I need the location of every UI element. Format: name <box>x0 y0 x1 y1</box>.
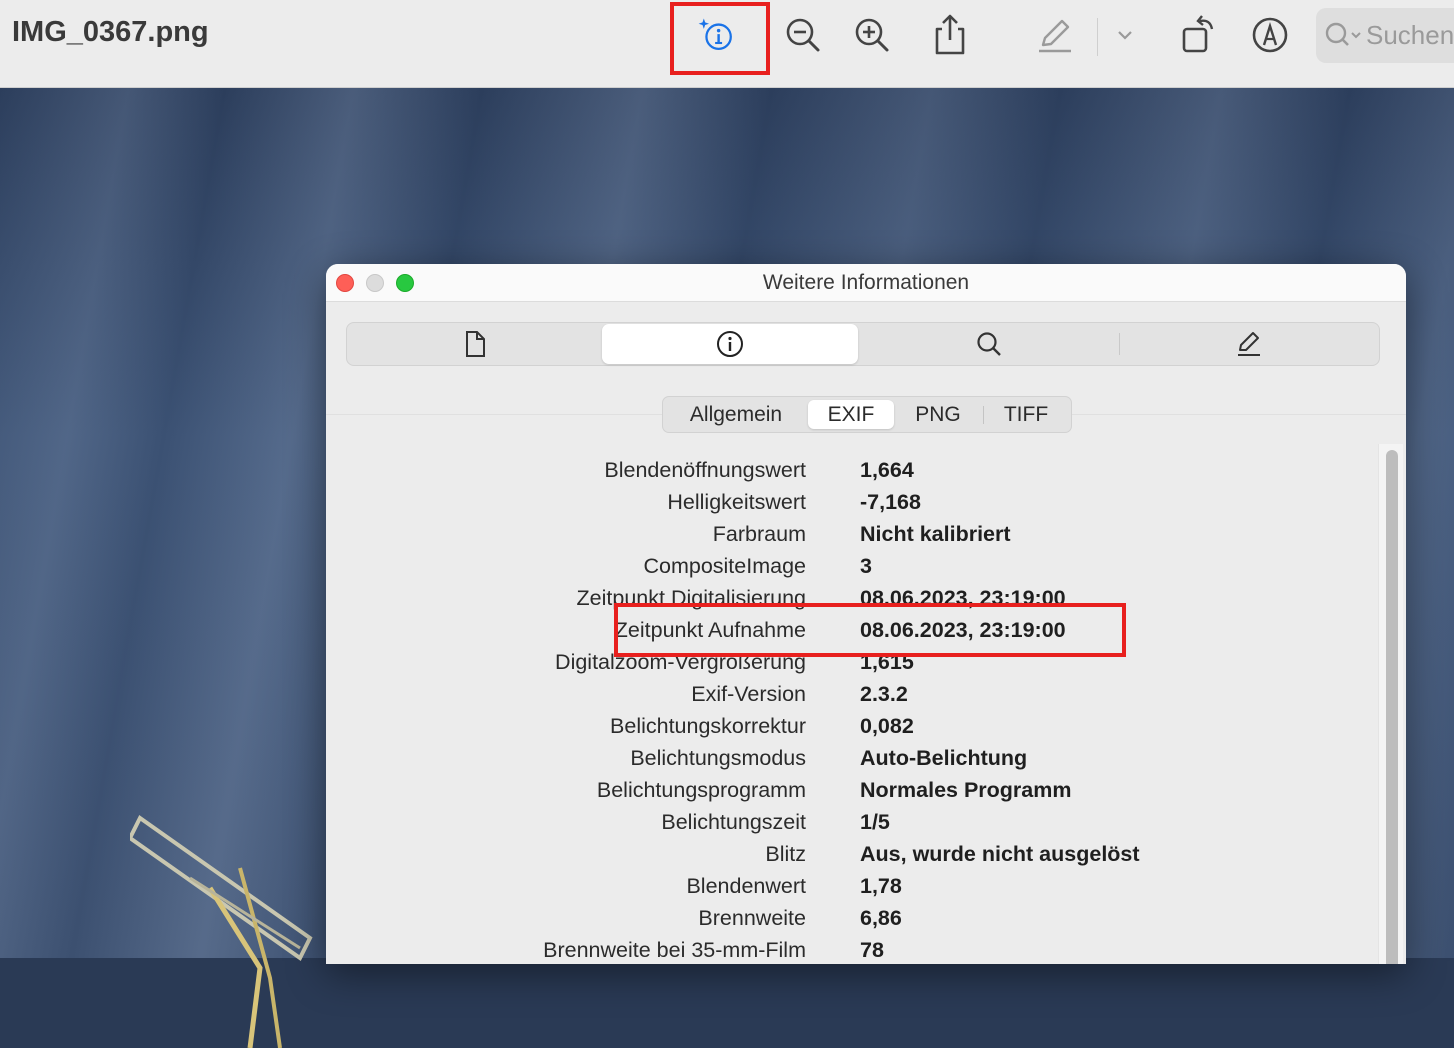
exif-key: Brennweite <box>698 906 806 930</box>
markup-pen-icon[interactable] <box>1035 12 1075 58</box>
exif-value: Aus, wurde nicht ausgelöst <box>860 842 1140 866</box>
exif-row: CompositeImage 3 <box>326 550 1366 582</box>
exif-value: Nicht kalibriert <box>860 522 1011 546</box>
exif-value: Auto-Belichtung <box>860 746 1028 770</box>
exif-key: Blendenwert <box>686 874 806 898</box>
row-highlight <box>614 603 1126 657</box>
exif-row: Blitz Aus, wurde nicht ausgelöst <box>326 838 1366 870</box>
inspector-tabs <box>346 322 1380 366</box>
exif-row: Exif-Version 2.3.2 <box>326 678 1366 710</box>
exif-row: Belichtungskorrektur 0,082 <box>326 710 1366 742</box>
exif-value: 78 <box>860 938 884 962</box>
chevron-down-icon[interactable] <box>1105 12 1145 58</box>
exif-table: Blendenöffnungswert 1,664 Helligkeitswert -… <box>326 454 1366 964</box>
search-placeholder: Suchen <box>1366 20 1454 50</box>
exif-key: Blendenöffnungswert <box>604 458 806 482</box>
info-button-highlight <box>670 2 770 75</box>
exif-row: Blendenwert 1,78 <box>326 870 1366 902</box>
exif-value: -7,168 <box>860 490 921 514</box>
exif-row: Blendenöffnungswert 1,664 <box>326 454 1366 486</box>
markup-circle-icon[interactable] <box>1250 12 1290 58</box>
exif-row: Belichtungsmodus Auto-Belichtung <box>326 742 1366 774</box>
exif-key: Farbraum <box>712 522 806 546</box>
exif-key: Belichtungsmodus <box>630 746 806 770</box>
zoom-out-icon[interactable] <box>783 12 823 58</box>
exif-row: Helligkeitswert -7,168 <box>326 486 1366 518</box>
exif-key: Belichtungsprogramm <box>596 778 806 802</box>
tab-separator <box>1119 333 1120 355</box>
edit-icon <box>1238 332 1260 356</box>
tab-exif[interactable]: EXIF <box>808 400 894 429</box>
toolbar: IMG_0367.png Suchen <box>0 0 1454 88</box>
window-titlebar: Weitere Informationen <box>326 264 1406 302</box>
share-icon[interactable] <box>930 12 970 58</box>
search-icon <box>1325 22 1361 46</box>
exif-key: Helligkeitswert <box>667 490 806 514</box>
zoom-in-icon[interactable] <box>852 12 892 58</box>
exif-value: 1/5 <box>860 810 890 834</box>
exif-value: 1,78 <box>860 874 902 898</box>
tab-info[interactable] <box>602 324 858 364</box>
window-title: Weitere Informationen <box>762 271 970 294</box>
metadata-tabs: Allgemein EXIF PNG TIFF <box>662 396 1072 433</box>
exif-value: 3 <box>860 554 872 578</box>
exif-key: CompositeImage <box>643 554 806 578</box>
crane-structure-image <box>130 815 313 1048</box>
tab-png[interactable]: PNG <box>899 400 977 429</box>
exif-value: 2.3.2 <box>860 682 908 706</box>
tab-document[interactable] <box>347 324 603 364</box>
tab-search[interactable] <box>861 324 1117 364</box>
exif-row: Brennweite bei 35-mm-Film 78 <box>326 934 1366 964</box>
tab-tiff[interactable]: TIFF <box>987 400 1065 429</box>
sub-tab-separator <box>983 406 984 424</box>
scrollbar[interactable] <box>1378 444 1403 964</box>
exif-row: Belichtungsprogramm Normales Programm <box>326 774 1366 806</box>
tab-allgemein[interactable]: Allgemein <box>669 400 803 429</box>
exif-value: Normales Programm <box>860 778 1072 802</box>
document-title: IMG_0367.png <box>12 16 209 48</box>
exif-key: Belichtungskorrektur <box>610 714 806 738</box>
exif-key: Blitz <box>765 842 806 866</box>
document-icon <box>466 331 485 357</box>
search-field[interactable]: Suchen <box>1316 8 1454 63</box>
toolbar-divider <box>1097 18 1098 56</box>
search-icon <box>977 332 1001 356</box>
exif-key: Belichtungszeit <box>661 810 806 834</box>
exif-value: 1,664 <box>860 458 914 482</box>
exif-value: 6,86 <box>860 906 902 930</box>
exif-key: Exif-Version <box>691 682 806 706</box>
exif-row: Belichtungszeit 1/5 <box>326 806 1366 838</box>
tab-edit[interactable] <box>1121 324 1377 364</box>
exif-row: Farbraum Nicht kalibriert <box>326 518 1366 550</box>
info-icon <box>717 331 743 357</box>
rotate-icon[interactable] <box>1178 12 1218 58</box>
exif-key: Brennweite bei 35-mm-Film <box>543 938 806 962</box>
exif-value: 0,082 <box>860 714 914 738</box>
exif-row: Brennweite 6,86 <box>326 902 1366 934</box>
scrollbar-thumb[interactable] <box>1386 450 1398 964</box>
